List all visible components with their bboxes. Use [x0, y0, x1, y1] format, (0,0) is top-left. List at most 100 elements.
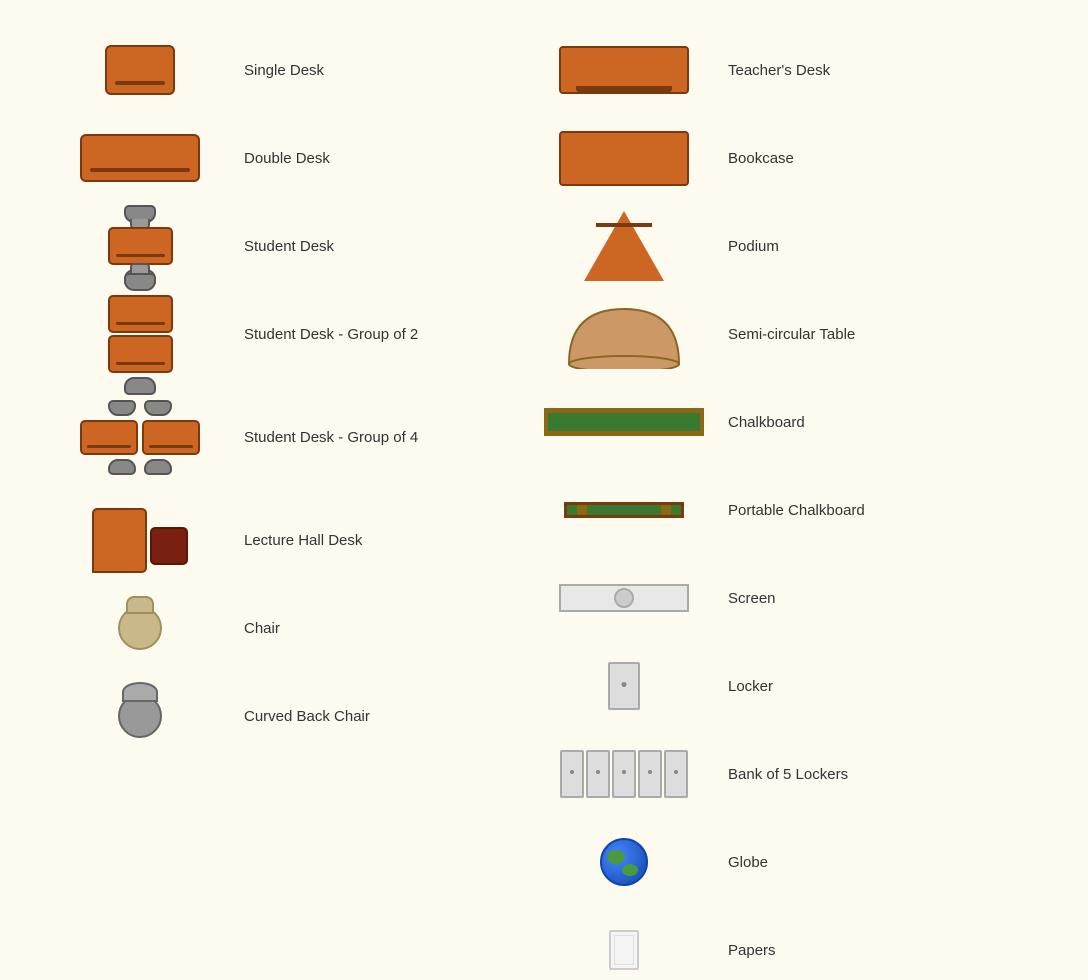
desk-right-icon [142, 420, 200, 455]
locker-5-icon [664, 750, 688, 798]
teachers-desk-label: Teacher's Desk [728, 62, 830, 79]
list-item: Chalkboard [544, 392, 1028, 452]
chalkboard-icon-area [544, 408, 704, 436]
student-desk-group2-icon [108, 273, 173, 395]
student-desk-group4-icon [80, 400, 200, 475]
teachers-desk-icon-area [544, 46, 704, 94]
locker-4-icon [638, 750, 662, 798]
chair-bottom-right-icon [144, 459, 172, 475]
screen-icon [559, 584, 689, 612]
student-desk-group4-icon-area [60, 400, 220, 475]
list-item: Semi-circular Table [544, 304, 1028, 364]
list-item: Student Desk [60, 216, 544, 276]
list-item: Single Desk [60, 40, 544, 100]
bookcase-icon-area [544, 131, 704, 186]
teachers-desk-icon [559, 46, 689, 94]
podium-icon [584, 211, 664, 281]
semi-circular-table-label: Semi-circular Table [728, 326, 855, 343]
bank-of-5-lockers-icon [560, 750, 688, 798]
student-desk-group2-icon-area [60, 273, 220, 395]
list-item: Double Desk [60, 128, 544, 188]
desk-icon [108, 227, 173, 265]
podium-shape [584, 211, 664, 281]
list-item: Chair [60, 598, 544, 658]
list-item: Locker [544, 656, 1028, 716]
chair-icon-area [60, 606, 220, 650]
screen-icon-area [544, 584, 704, 612]
papers-icon-area [544, 930, 704, 970]
portable-chalkboard-icon [564, 502, 684, 518]
semi-circular-table-icon [559, 299, 689, 369]
single-desk-icon-area [60, 45, 220, 95]
semi-circular-table-icon-area [544, 299, 704, 369]
portable-chalkboard-label: Portable Chalkboard [728, 502, 865, 519]
papers-icon [609, 930, 639, 970]
podium-label: Podium [728, 238, 779, 255]
locker-3-icon [612, 750, 636, 798]
list-item: Student Desk - Group of 2 [60, 304, 544, 364]
list-item: Lecture Hall Desk [60, 510, 544, 570]
list-item: Globe [544, 832, 1028, 892]
double-desk-icon [80, 134, 200, 182]
podium-line [596, 223, 652, 227]
top-chairs [108, 400, 172, 416]
lecture-hall-desk-icon [92, 508, 188, 573]
podium-icon-area [544, 211, 704, 281]
curved-back-chair-icon-area [60, 694, 220, 738]
lecture-chair-shape [150, 527, 188, 565]
desk-bottom-icon [108, 335, 173, 373]
chair-bottom-left-icon [108, 459, 136, 475]
list-item: Screen [544, 568, 1028, 628]
chalkboard-label: Chalkboard [728, 414, 805, 431]
screen-label: Screen [728, 590, 776, 607]
student-desk-group4-label: Student Desk - Group of 4 [244, 429, 418, 446]
lecture-hall-desk-icon-area [60, 508, 220, 573]
double-desk-label: Double Desk [244, 150, 330, 167]
list-item: Bookcase [544, 128, 1028, 188]
bookcase-label: Bookcase [728, 150, 794, 167]
portable-chalkboard-icon-area [544, 502, 704, 518]
globe-label: Globe [728, 854, 768, 871]
desk-left-icon [80, 420, 138, 455]
desks-row [80, 420, 200, 455]
list-item: Bank of 5 Lockers [544, 744, 1028, 804]
double-desk-icon-area [60, 134, 220, 182]
bookcase-icon [559, 131, 689, 186]
list-item: Teacher's Desk [544, 40, 1028, 100]
bank-of-5-lockers-icon-area [544, 750, 704, 798]
chair-label: Chair [244, 620, 280, 637]
bank-of-5-lockers-label: Bank of 5 Lockers [728, 766, 848, 783]
list-item: Portable Chalkboard [544, 480, 1028, 540]
lecture-hall-desk-label: Lecture Hall Desk [244, 532, 362, 549]
chair-top-left-icon [108, 400, 136, 416]
globe-icon [600, 838, 648, 886]
bottom-chairs [108, 459, 172, 475]
right-column: Teacher's Desk Bookcase Podium [544, 40, 1028, 729]
locker-icon [608, 662, 640, 710]
locker-icon-area [544, 662, 704, 710]
left-column: Single Desk Double Desk Student Desk [60, 40, 544, 729]
list-item: Podium [544, 216, 1028, 276]
list-item: Papers [544, 920, 1028, 980]
single-desk-label: Single Desk [244, 62, 324, 79]
curved-back-chair-icon [118, 694, 162, 738]
student-desk-label: Student Desk [244, 238, 334, 255]
chair-top-right-icon [144, 400, 172, 416]
locker-1-icon [560, 750, 584, 798]
locker-2-icon [586, 750, 610, 798]
globe-icon-area [544, 838, 704, 886]
chair-top-icon [124, 273, 156, 291]
list-item: Student Desk - Group of 4 [60, 392, 544, 482]
chair-top-icon [124, 205, 156, 223]
papers-label: Papers [728, 942, 776, 959]
locker-label: Locker [728, 678, 773, 695]
desk-top-icon [108, 295, 173, 333]
chair-icon [118, 606, 162, 650]
student-desk-group2-label: Student Desk - Group of 2 [244, 326, 418, 343]
lecture-desk-shape [92, 508, 147, 573]
list-item: Curved Back Chair [60, 686, 544, 746]
single-desk-icon [105, 45, 175, 95]
curved-back-chair-label: Curved Back Chair [244, 708, 370, 725]
chalkboard-icon [544, 408, 704, 436]
semi-table-svg [559, 299, 689, 369]
